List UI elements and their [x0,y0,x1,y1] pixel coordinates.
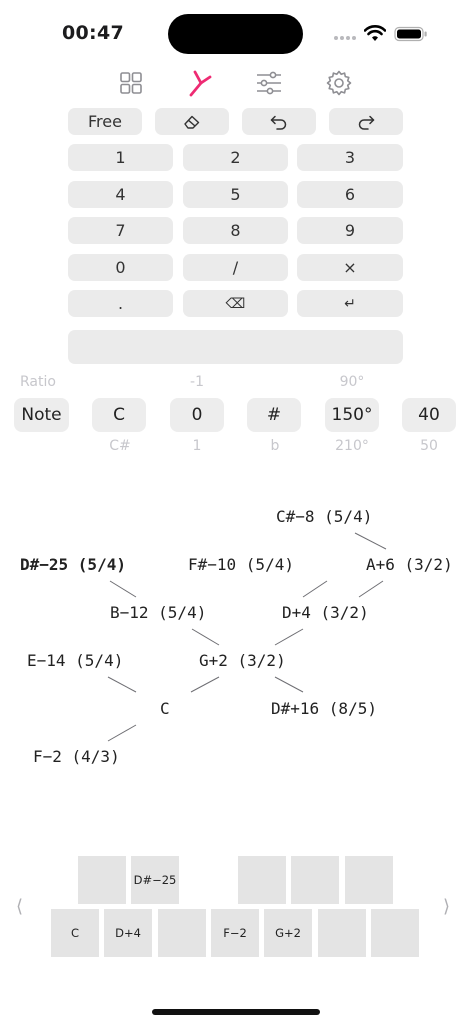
lattice-edge [107,724,137,742]
lattice-edge [274,628,304,646]
status-time: 00:47 [62,22,124,44]
keypad-key[interactable]: × [297,254,403,281]
picker-below-item: 210° [335,438,369,454]
grid-icon[interactable] [114,68,148,98]
sliders-icon[interactable] [252,68,286,98]
picker-accidental[interactable]: # [247,398,301,432]
lattice-edge [274,676,304,693]
keyboard-key[interactable] [371,909,419,957]
undo-icon [270,115,287,130]
picker-above-item: 90° [339,374,365,390]
backspace-key[interactable]: ⌫ [183,290,288,317]
picker-below-item: C# [109,438,131,454]
lattice-node-root[interactable]: C [160,699,170,718]
lattice-node[interactable]: D#+16 (8/5) [271,699,377,718]
lattice-node[interactable]: F#−10 (5/4) [188,555,294,574]
keypad-key[interactable]: 4 [68,181,173,208]
keyboard-key[interactable] [345,856,393,904]
dynamic-island [168,14,303,54]
picker-above-item: -1 [190,374,204,390]
picker-octave[interactable]: 0 [170,398,224,432]
gear-icon[interactable] [322,68,356,98]
lattice-edge [191,628,220,646]
redo-icon [358,115,375,130]
lattice-node[interactable]: G+2 (3/2) [199,651,286,670]
keypad-key[interactable]: 2 [183,144,288,171]
free-button[interactable]: Free [68,108,142,135]
keypad-key[interactable]: 7 [68,217,173,244]
tuning-fork-icon[interactable] [184,68,218,98]
picker-angle[interactable]: 150° [325,398,379,432]
picker-note-label[interactable]: Note [14,398,69,432]
lattice-edge [354,532,387,550]
keypad-key[interactable]: / [183,254,288,281]
keyboard-prev-button[interactable]: ⟨ [16,896,23,917]
keypad-key[interactable]: 0 [68,254,173,281]
keypad-key[interactable]: 6 [297,181,403,208]
keyboard-key[interactable]: D#−25 [131,856,179,904]
lattice-edge [107,676,137,693]
picker-below-item: 1 [192,438,202,454]
lattice-edge [302,580,328,598]
lattice-node[interactable]: F−2 (4/3) [33,747,120,766]
entry-display[interactable] [68,330,403,364]
keypad-key[interactable]: 5 [183,181,288,208]
keyboard-key[interactable]: G+2 [264,909,312,957]
battery-icon [394,26,427,42]
keyboard-key[interactable] [318,909,366,957]
lattice-node[interactable]: D+4 (3/2) [282,603,369,622]
free-button-label: Free [88,112,122,131]
lattice-node[interactable]: C#−8 (5/4) [276,507,372,526]
keypad-key[interactable]: 1 [68,144,173,171]
keypad-key[interactable]: 3 [297,144,403,171]
cellular-signal-icon [334,36,358,42]
picker-below-item: b [270,438,280,454]
lattice-connectors [107,532,387,742]
enter-key[interactable]: ↵ [297,290,403,317]
lattice-edge [109,580,137,598]
keyboard-key[interactable] [291,856,339,904]
eraser-icon [184,115,200,129]
keyboard-next-button[interactable]: ⟩ [443,896,450,917]
keyboard-key[interactable]: D+4 [104,909,152,957]
picker-note-name[interactable]: C [92,398,146,432]
picker-below-item: 50 [420,438,438,454]
keyboard-key[interactable]: F−2 [211,909,259,957]
keyboard-key[interactable] [78,856,126,904]
picker-value[interactable]: 40 [402,398,456,432]
keyboard-key[interactable] [238,856,286,904]
keyboard-key[interactable]: C [51,909,99,957]
eraser-button[interactable] [155,108,229,135]
lattice-edge [358,580,384,598]
lattice-node[interactable]: E−14 (5/4) [27,651,123,670]
keypad-key[interactable]: . [68,290,173,317]
keypad-key[interactable]: 8 [183,217,288,244]
lattice-node[interactable]: B−12 (5/4) [110,603,206,622]
lattice-node[interactable]: A+6 (3/2) [366,555,453,574]
undo-button[interactable] [242,108,316,135]
lattice-edge [190,676,220,693]
picker-above-item: Ratio [20,374,56,390]
keypad-key[interactable]: 9 [297,217,403,244]
wifi-icon [364,25,386,41]
lattice-node-selected[interactable]: D#−25 (5/4) [20,555,126,574]
home-indicator [152,1009,320,1015]
redo-button[interactable] [329,108,403,135]
keyboard-key[interactable] [158,909,206,957]
